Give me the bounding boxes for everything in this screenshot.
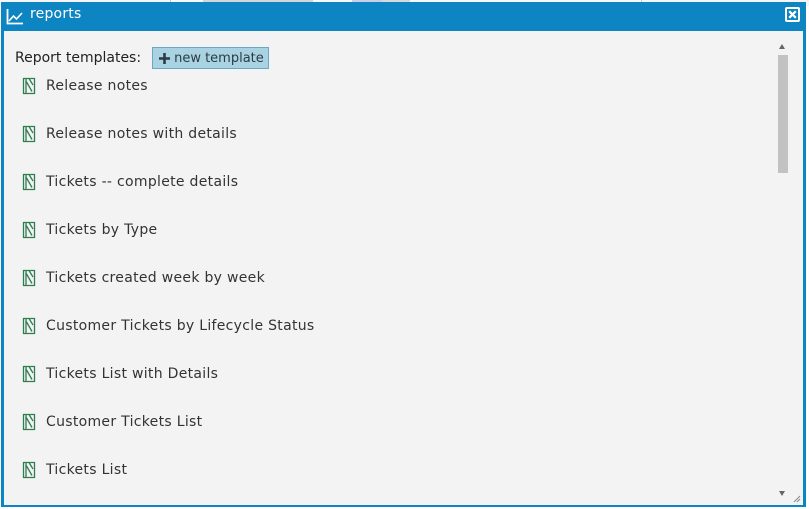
template-label: Tickets List (46, 462, 128, 478)
report-template-icon (22, 77, 36, 95)
template-label: Tickets by Type (46, 222, 158, 238)
list-item[interactable]: Customer Tickets List (21, 411, 202, 433)
scroll-down-arrow-icon[interactable] (779, 491, 785, 496)
report-template-icon (22, 413, 36, 431)
template-label: Release notes (46, 78, 148, 94)
plus-icon (159, 52, 171, 64)
dialog-content: Report templates: new template Release n… (4, 31, 803, 505)
scroll-up-arrow-icon[interactable] (779, 44, 785, 49)
list-item[interactable]: Release notes (21, 75, 148, 97)
list-item[interactable]: Tickets List with Details (21, 363, 218, 385)
list-item[interactable]: Customer Tickets by Lifecycle Status (21, 315, 315, 337)
scrollbar-thumb[interactable] (778, 55, 788, 173)
report-template-icon (22, 173, 36, 191)
dialog-titlebar[interactable]: reports (1, 2, 806, 31)
template-label: Release notes with details (46, 126, 238, 142)
report-template-icon (22, 125, 36, 143)
close-icon (788, 10, 797, 19)
report-template-icon (22, 317, 36, 335)
report-template-icon (22, 221, 36, 239)
template-label: Customer Tickets List (46, 414, 203, 430)
list-item[interactable]: Tickets List (21, 459, 127, 481)
resize-grip-icon[interactable] (792, 494, 801, 503)
new-template-label: new template (174, 50, 264, 66)
template-label: Tickets created week by week (46, 270, 265, 286)
template-label: Tickets -- complete details (46, 174, 239, 190)
list-item[interactable]: Tickets created week by week (21, 267, 265, 289)
new-template-button[interactable]: new template (152, 47, 269, 69)
templates-header: Report templates: new template (15, 46, 269, 70)
chart-line-icon (6, 9, 23, 25)
template-label: Tickets List with Details (46, 366, 219, 382)
dialog-title: reports (30, 6, 82, 22)
report-template-icon (22, 269, 36, 287)
template-label: Customer Tickets by Lifecycle Status (46, 318, 315, 334)
close-button[interactable] (785, 7, 800, 22)
list-item[interactable]: Tickets -- complete details (21, 171, 238, 193)
list-item[interactable]: Tickets by Type (21, 219, 157, 241)
list-item[interactable]: Release notes with details (21, 123, 237, 145)
report-template-icon (22, 365, 36, 383)
vertical-scrollbar[interactable] (777, 41, 789, 501)
reports-dialog: reports Report templates: new template R… (1, 2, 806, 507)
report-template-icon (22, 461, 36, 479)
report-templates-label: Report templates: (15, 50, 142, 66)
